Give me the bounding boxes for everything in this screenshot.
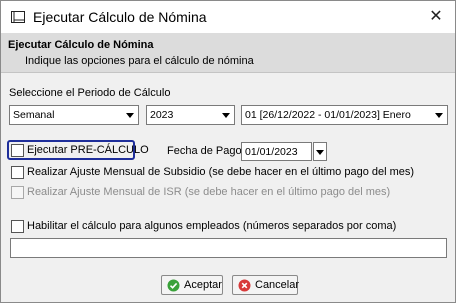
anio-select[interactable]: 2023: [146, 105, 235, 125]
habilitar-checkbox[interactable]: [11, 220, 24, 233]
aceptar-label: Aceptar: [184, 279, 222, 291]
title-bar: Ejecutar Cálculo de Nómina ✕: [1, 1, 455, 33]
periodo-value: 01 [26/12/2022 - 01/01/2023] Enero: [245, 109, 411, 121]
header-subtitle: Indique las opciones para el cálculo de …: [25, 55, 254, 67]
periodo-label: Seleccione el Periodo de Cálculo: [9, 87, 171, 99]
window-title: Ejecutar Cálculo de Nómina: [33, 9, 207, 25]
window-icon: [11, 11, 25, 23]
close-icon: ✕: [429, 8, 443, 25]
dialog-window: Ejecutar Cálculo de Nómina ✕ Ejecutar Cá…: [0, 0, 456, 303]
aceptar-button[interactable]: Aceptar: [161, 275, 223, 295]
habilitar-label[interactable]: Habilitar el cálculo para algunos emplea…: [27, 220, 396, 232]
fecha-pago-input[interactable]: 01/01/2023: [241, 142, 312, 161]
periodo-select[interactable]: 01 [26/12/2022 - 01/01/2023] Enero: [241, 105, 448, 125]
empleados-input[interactable]: [10, 238, 447, 258]
chevron-down-icon: [122, 106, 138, 124]
check-circle-icon: [167, 279, 180, 292]
chevron-down-icon: [218, 106, 234, 124]
header-title: Ejecutar Cálculo de Nómina: [8, 39, 154, 51]
ajuste-isr-checkbox: [11, 186, 24, 199]
precalculo-checkbox[interactable]: [11, 144, 24, 157]
tipo-periodo-value: Semanal: [13, 109, 55, 121]
fecha-pago-value: 01/01/2023: [245, 146, 298, 158]
precalculo-label[interactable]: Ejecutar PRE-CÁLCULO: [27, 144, 149, 156]
ajuste-subsidio-label[interactable]: Realizar Ajuste Mensual de Subsidio (se …: [27, 166, 414, 178]
close-button[interactable]: ✕: [425, 7, 447, 27]
fecha-pago-label: Fecha de Pago: [167, 145, 242, 157]
chevron-down-icon: [431, 106, 447, 124]
cancelar-label: Cancelar: [255, 279, 300, 291]
dialog-header: Ejecutar Cálculo de Nómina Indique las o…: [1, 33, 455, 73]
ajuste-subsidio-checkbox[interactable]: [11, 166, 24, 179]
ajuste-isr-label: Realizar Ajuste Mensual de ISR (se debe …: [27, 186, 391, 198]
anio-value: 2023: [150, 109, 174, 121]
tipo-periodo-select[interactable]: Semanal: [9, 105, 139, 125]
x-circle-icon: [238, 279, 251, 292]
date-picker-button[interactable]: [313, 142, 327, 161]
cancelar-button[interactable]: Cancelar: [232, 275, 300, 295]
